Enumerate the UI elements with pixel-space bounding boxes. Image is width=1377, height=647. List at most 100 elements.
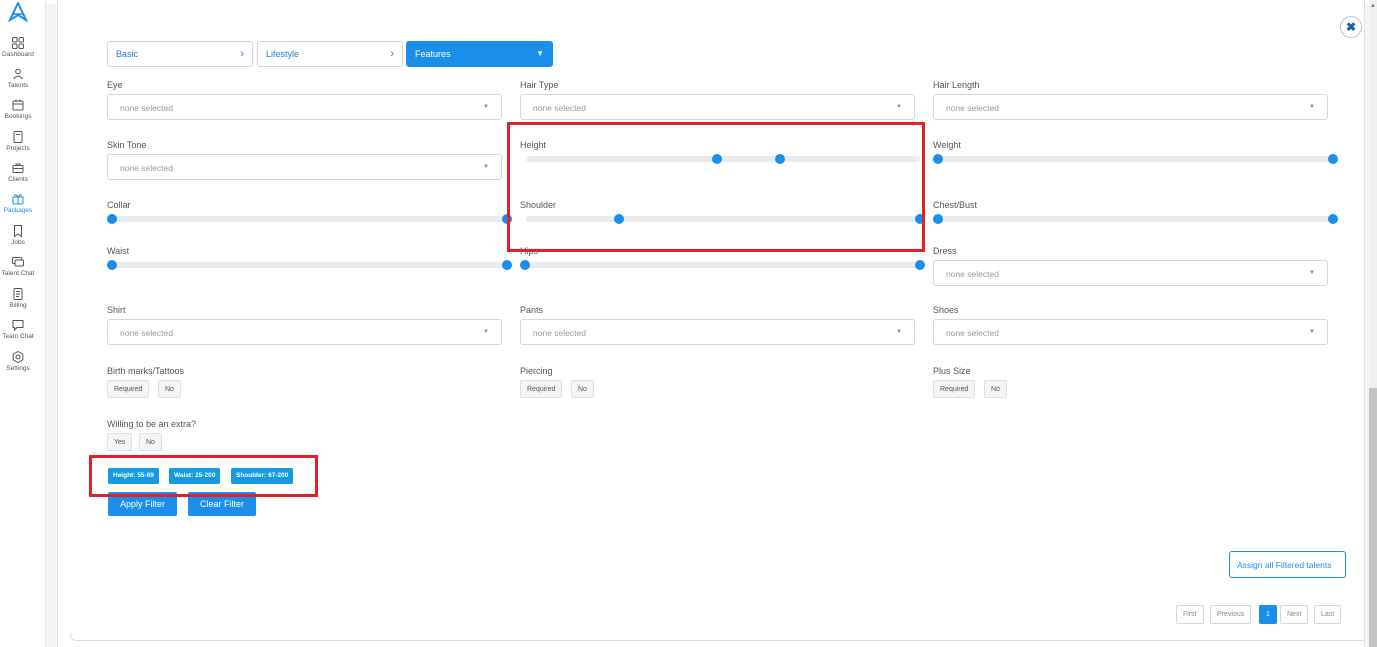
waist-slider-min-handle[interactable] (107, 260, 117, 270)
dress-select-value: none selected (946, 269, 999, 279)
sidebar-item-bookings[interactable]: Bookings (0, 98, 36, 120)
shoes-select[interactable]: none selected ▼ (933, 319, 1328, 345)
scrollbar-thumb[interactable] (1369, 388, 1377, 647)
hair-type-select[interactable]: none selected ▼ (520, 94, 915, 120)
gear-icon (12, 350, 24, 364)
hips-slider-max-handle[interactable] (915, 260, 925, 270)
panel-footer-border (70, 633, 1365, 641)
hair-length-label: Hair Length (933, 80, 980, 90)
sidebar-item-label: Clients (8, 176, 28, 183)
birthmarks-label: Birth marks/Tattoos (107, 366, 185, 376)
shirt-label: Shirt (107, 305, 126, 315)
caret-down-icon: ▼ (1309, 104, 1315, 110)
chest-slider-max-handle[interactable] (1328, 214, 1338, 224)
waist-slider-track[interactable] (112, 262, 506, 268)
skin-tone-select[interactable]: none selected ▼ (107, 154, 502, 180)
billing-icon (13, 288, 23, 300)
sidebar-item-talent-chat[interactable]: Talent Chat (0, 255, 36, 277)
piercing-no-toggle[interactable]: No (571, 380, 594, 398)
skin-tone-label: Skin Tone (107, 140, 147, 150)
scrollbar[interactable]: ▲ (1369, 0, 1377, 647)
chat-icon (12, 257, 24, 267)
birthmarks-no-toggle[interactable]: No (158, 380, 181, 398)
collar-slider-track[interactable] (112, 216, 506, 222)
calendar-icon (12, 99, 24, 111)
pants-select[interactable]: none selected ▼ (520, 319, 915, 345)
hips-slider-track[interactable] (526, 262, 920, 268)
step-lifestyle[interactable]: Lifestyle › (257, 41, 403, 67)
hair-length-select[interactable]: none selected ▼ (933, 94, 1328, 120)
weight-label: Weight (933, 140, 961, 150)
piercing-required-toggle[interactable]: Required (520, 380, 563, 398)
extra-label: Willing to be an extra? (107, 419, 197, 429)
chest-label: Chest/Bust (933, 200, 978, 210)
chest-slider-min-handle[interactable] (933, 214, 943, 224)
dress-select[interactable]: none selected ▼ (933, 260, 1328, 286)
sidebar-item-label: Bookings (4, 113, 32, 120)
waist-label: Waist (107, 246, 130, 256)
caret-down-icon: ▼ (483, 329, 489, 335)
pagination-page-current[interactable]: 1 (1259, 605, 1277, 624)
sidebar-item-label: Settings (6, 365, 30, 372)
sidebar-item-team-chat[interactable]: Team Chat (0, 318, 36, 340)
weight-slider-max-handle[interactable] (1328, 154, 1338, 164)
sidebar-item-label: Billing (9, 302, 27, 309)
hips-slider-min-handle[interactable] (520, 260, 530, 270)
sidebar-item-packages[interactable]: Packages (0, 192, 36, 214)
plus-size-no-toggle[interactable]: No (984, 380, 1007, 398)
scroll-up-icon[interactable]: ▲ (1369, 3, 1377, 9)
step-label: Basic (116, 49, 139, 59)
caret-down-icon: ▼ (896, 104, 902, 110)
caret-down-icon: ▼ (896, 329, 902, 335)
assign-all-filtered-button[interactable]: Assign all Filtered talents (1229, 551, 1346, 578)
sidebar-item-clients[interactable]: Clients (0, 161, 36, 183)
sidebar-item-billing[interactable]: Billing (0, 287, 36, 309)
chest-slider-track[interactable] (938, 216, 1332, 222)
hair-type-label: Hair Type (520, 80, 559, 90)
step-label: Features (415, 49, 451, 59)
pants-label: Pants (520, 305, 544, 315)
sidebar-item-label: Projects (6, 145, 30, 152)
chevron-down-icon: ▼ (536, 49, 544, 58)
sidebar-item-label: Jobs (11, 239, 25, 246)
sidebar-item-label: Talents (7, 82, 29, 89)
skin-tone-select-value: none selected (120, 163, 173, 173)
sidebar-item-talents[interactable]: Talents (0, 67, 36, 89)
birthmarks-required-toggle[interactable]: Required (107, 380, 150, 398)
shirt-select[interactable]: none selected ▼ (107, 319, 502, 345)
close-button[interactable]: ✖ (1340, 16, 1362, 38)
shirt-select-value: none selected (120, 328, 173, 338)
pagination-next[interactable]: Next (1280, 605, 1309, 624)
hair-length-select-value: none selected (946, 103, 999, 113)
dress-label: Dress (933, 246, 957, 256)
sidebar-item-settings[interactable]: Settings (0, 350, 36, 372)
caret-down-icon: ▼ (483, 104, 489, 110)
step-basic[interactable]: Basic › (107, 41, 253, 67)
extra-no-toggle[interactable]: No (139, 433, 162, 451)
eye-select[interactable]: none selected ▼ (107, 94, 502, 120)
piercing-label: Piercing (520, 366, 553, 376)
sidebar-item-dashboard[interactable]: Dashboard (0, 36, 36, 58)
waist-slider-max-handle[interactable] (502, 260, 512, 270)
dashboard-icon (12, 37, 24, 49)
weight-slider-min-handle[interactable] (933, 154, 943, 164)
sidebar-item-label: Team Chat (2, 333, 34, 340)
highlight-box-filter-chips (89, 455, 318, 497)
weight-slider-track[interactable] (938, 156, 1332, 162)
plus-size-required-toggle[interactable]: Required (933, 380, 976, 398)
message-icon (12, 320, 24, 332)
pagination-first[interactable]: First (1176, 605, 1204, 624)
pagination-last[interactable]: Last (1314, 605, 1342, 624)
briefcase-icon (12, 163, 24, 173)
pagination-previous[interactable]: Previous (1210, 605, 1252, 624)
app-logo-icon[interactable] (8, 2, 28, 22)
sidebar-item-projects[interactable]: Projects (0, 130, 36, 152)
sidebar-item-jobs[interactable]: Jobs (0, 224, 36, 246)
extra-yes-toggle[interactable]: Yes (107, 433, 133, 451)
caret-down-icon: ▼ (1309, 329, 1315, 335)
chevron-right-icon: › (240, 48, 244, 60)
projects-icon (13, 131, 23, 143)
step-features[interactable]: Features ▼ (406, 41, 553, 67)
sidebar-item-label: Packages (3, 207, 33, 214)
collar-slider-min-handle[interactable] (107, 214, 117, 224)
